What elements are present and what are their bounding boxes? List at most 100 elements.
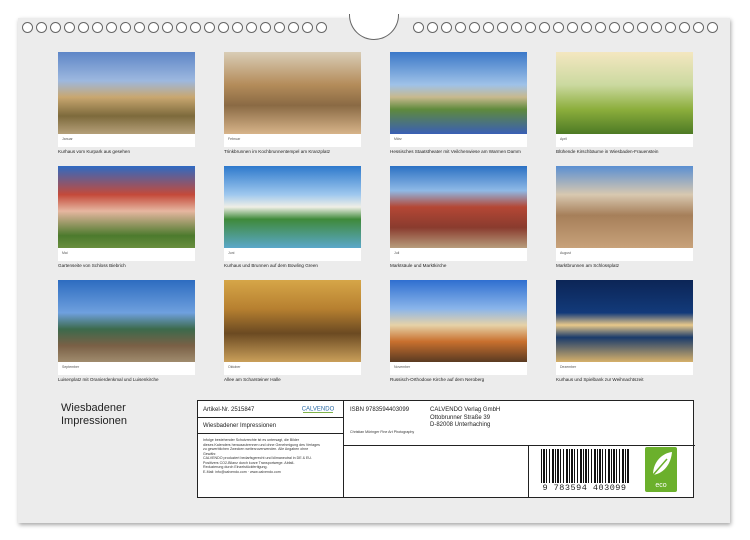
month-name: November bbox=[394, 365, 411, 369]
photo-caption: Luisenplatz mit Oranierdenkmal und Luise… bbox=[58, 377, 159, 382]
barcode-digits: 9 783594 403099 bbox=[533, 483, 636, 493]
binding-hole bbox=[148, 22, 159, 33]
binding-hole bbox=[78, 22, 89, 33]
calendar-grid-strip: Mai bbox=[58, 248, 195, 261]
binding-hole bbox=[190, 22, 201, 33]
photo-caption: Marktbrunnen am Schlossplatz bbox=[556, 263, 620, 268]
binding-hole bbox=[665, 22, 676, 33]
month-photo bbox=[224, 52, 361, 134]
photo-caption: Hessisches Staatstheater mit Veilchenwie… bbox=[390, 149, 521, 154]
calendar-grid-strip: August bbox=[556, 248, 693, 261]
binding-hole bbox=[483, 22, 494, 33]
binding-hole bbox=[36, 22, 47, 33]
month-name: Oktober bbox=[228, 365, 241, 369]
binding-hole bbox=[274, 22, 285, 33]
binding-hole bbox=[120, 22, 131, 33]
month-name: August bbox=[560, 251, 571, 255]
eco-label: eco bbox=[655, 482, 667, 489]
calendar-title-line2: Impressionen bbox=[61, 415, 128, 427]
calendar-grid-strip: Dezember bbox=[556, 362, 693, 375]
binding-hole bbox=[316, 22, 327, 33]
eco-badge: eco bbox=[645, 447, 677, 492]
calendar-grid-strip: Juni bbox=[224, 248, 361, 261]
month-name: Februar bbox=[228, 137, 241, 141]
info-title: Wiesbadener Impressionen bbox=[203, 423, 277, 429]
month-name: April bbox=[560, 137, 568, 141]
legal-line: zu gewerblichen Zwecken weiterzuverwende… bbox=[203, 447, 309, 451]
photo-caption: Gartenseite von Schloss Biebrich bbox=[58, 263, 126, 268]
month-photo bbox=[58, 280, 195, 362]
binding-hole bbox=[693, 22, 704, 33]
month-photo bbox=[390, 52, 527, 134]
month-thumbnail: Februar Trinkbrunnen im Kochbrunnentempel… bbox=[224, 52, 361, 154]
month-thumbnail: Dezember Kurhaus und Spielbank zur Weihna… bbox=[556, 280, 693, 382]
binding-holes-right bbox=[413, 22, 718, 36]
calendar-grid-strip: November bbox=[390, 362, 527, 375]
calendar-grid-strip: September bbox=[58, 362, 195, 375]
photo-caption: Blühende Kirschbäume in Wiesbaden-Frauen… bbox=[556, 149, 659, 154]
publisher-line3: D-82008 Unterhaching bbox=[430, 422, 491, 428]
month-name: September bbox=[62, 365, 80, 369]
binding-hole bbox=[707, 22, 718, 33]
month-name: Mai bbox=[62, 251, 68, 255]
calendar-title: Wiesbadener Impressionen bbox=[61, 402, 191, 428]
photo-caption: Marktsäule und Marktkirche bbox=[390, 263, 447, 268]
binding-hole bbox=[260, 22, 271, 33]
publisher-line2: Ottobrunner Straße 39 bbox=[430, 414, 491, 421]
binding-hole bbox=[218, 22, 229, 33]
binding-hole bbox=[511, 22, 522, 33]
month-thumbnail: August Marktbrunnen am Schlossplatz bbox=[556, 166, 693, 268]
calvendo-logo-text: CALVENDO bbox=[302, 407, 335, 413]
binding-hole bbox=[64, 22, 75, 33]
calendar-grid-strip: März bbox=[390, 134, 527, 147]
photo-caption: Kurhaus und Brunnen auf dem Bowling Gree… bbox=[224, 263, 318, 268]
calendar-grid-strip: Januar bbox=[58, 134, 195, 147]
binding-hole bbox=[162, 22, 173, 33]
binding-hole bbox=[581, 22, 592, 33]
binding-hole bbox=[106, 22, 117, 33]
month-name: Dezember bbox=[560, 365, 577, 369]
calendar-grid-strip: April bbox=[556, 134, 693, 147]
month-thumbnail: November Russisch-Orthodoxe Kirche auf de… bbox=[390, 280, 527, 382]
binding-hole bbox=[595, 22, 606, 33]
binding-hole bbox=[539, 22, 550, 33]
month-photo bbox=[556, 166, 693, 248]
month-thumbnail: Mai Gartenseite von Schloss Biebrich bbox=[58, 166, 195, 268]
month-name: Januar bbox=[62, 137, 73, 141]
binding-hole bbox=[553, 22, 564, 33]
photo-caption: Kurhaus vom Kurpark aus gesehen bbox=[58, 149, 131, 154]
publisher-line1: CALVENDO Verlag GmbH bbox=[430, 407, 501, 413]
binding-holes-left bbox=[22, 22, 327, 36]
calendar-grid-strip: Oktober bbox=[224, 362, 361, 375]
month-thumbnail: April Blühende Kirschbäume in Wiesbaden-F… bbox=[556, 52, 693, 154]
article-number: Artikel-Nr. 2515847 bbox=[203, 407, 255, 413]
calendar-title-line1: Wiesbadener bbox=[61, 402, 126, 414]
photo-caption: Trinkbrunnen im Kochbrunnentempel am Kra… bbox=[224, 149, 331, 154]
photo-caption: Russisch-Orthodoxe Kirche auf dem Nerobe… bbox=[390, 377, 485, 382]
month-photo bbox=[58, 52, 195, 134]
photo-caption: Allee am Scharsteiner Halle bbox=[224, 377, 281, 382]
barcode: 9 783594 403099 bbox=[533, 449, 636, 494]
binding-hole bbox=[288, 22, 299, 33]
binding-hole bbox=[609, 22, 620, 33]
binding-hole bbox=[176, 22, 187, 33]
binding-hole bbox=[497, 22, 508, 33]
calvendo-logo: CALVENDO bbox=[299, 404, 337, 415]
leaf-icon bbox=[652, 452, 672, 476]
month-photo bbox=[390, 166, 527, 248]
author: Christian Müringer Fine Art Photography bbox=[350, 430, 415, 434]
month-photo bbox=[556, 52, 693, 134]
binding-hole bbox=[679, 22, 690, 33]
binding-hole bbox=[651, 22, 662, 33]
binding-hole bbox=[204, 22, 215, 33]
binding-hole bbox=[302, 22, 313, 33]
legal-line: E-Mail: info@calvendo.com · www.calvendo… bbox=[203, 469, 281, 474]
binding-hole bbox=[22, 22, 33, 33]
binding-hole bbox=[455, 22, 466, 33]
binding-hole bbox=[413, 22, 424, 33]
month-name: Juli bbox=[394, 251, 400, 255]
binding-hole bbox=[246, 22, 257, 33]
month-thumbnail: Juli Marktsäule und Marktkirche bbox=[390, 166, 527, 268]
month-name: Juni bbox=[228, 251, 235, 255]
month-thumbnail: September Luisenplatz mit Oranierdenkmal … bbox=[58, 280, 195, 382]
